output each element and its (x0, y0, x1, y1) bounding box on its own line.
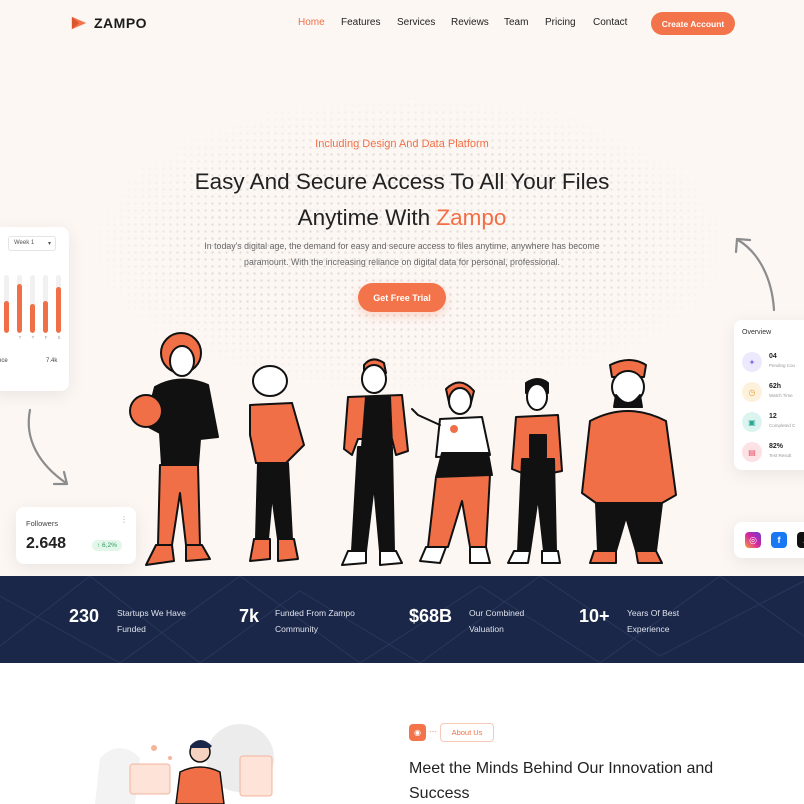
bar-label: T (18, 335, 22, 340)
tiktok-icon[interactable]: ♪ (797, 532, 804, 548)
about-title-line-2: Success (409, 785, 470, 802)
instagram-icon[interactable]: ◎ (745, 532, 761, 548)
bar-track (30, 275, 35, 333)
week-select-value: Week 1 (14, 240, 35, 246)
stat-label-line: Funded (117, 624, 146, 634)
overview-label: Completed C (769, 423, 796, 428)
nav-item-services[interactable]: Services (397, 17, 435, 28)
facebook-icon[interactable]: f (771, 532, 787, 548)
stat-label-line: Startups We Have (117, 608, 186, 618)
weekly-chart-card: Week 1 ▾ T T F S nce 7.4k (0, 227, 69, 391)
bar-track (43, 275, 48, 333)
curved-arrow-right-icon (734, 237, 776, 312)
school-icon: ✦ (742, 352, 762, 372)
overview-label: Test Result (769, 453, 792, 458)
about-title-line-1: Meet the Minds Behind Our Innovation and (409, 760, 714, 777)
team-illustration (129, 332, 677, 566)
stats-band: 230 Startups We Have Funded 7k Funded Fr… (0, 576, 804, 663)
overview-label: Pending Cou (769, 363, 796, 368)
nav-item-contact[interactable]: Contact (593, 17, 627, 28)
overview-value: 62h (769, 383, 782, 390)
hero-subtext: In today's digital age, the demand for e… (175, 238, 629, 270)
about-illustration (95, 724, 274, 804)
bar-fill (43, 301, 48, 333)
logo-text: ZAMPO (94, 15, 148, 31)
stat-value: 230 (69, 606, 100, 626)
top-nav: ZAMPO Home Features Services Reviews Tea… (0, 0, 804, 46)
bar-fill (56, 286, 61, 333)
about-tag-icon: ◉ (409, 724, 426, 741)
hero-eyebrow: Including Design And Data Platform (315, 138, 489, 150)
bar-label: T (31, 335, 35, 340)
stat-label-line: Funded From Zampo (275, 608, 355, 618)
stat-value: 10+ (579, 606, 610, 626)
headline-accent: Zampo (436, 205, 507, 230)
stat-label-line: Years Of Best (627, 608, 680, 618)
stat-label: Funded From Zampo Community (275, 605, 365, 637)
followers-value: 2.648 (26, 535, 67, 552)
overview-row: ▤ 82% Test Result (742, 441, 804, 463)
bar-fill (4, 301, 9, 333)
hero-section: ZAMPO Home Features Services Reviews Tea… (0, 0, 804, 576)
stat-label-line: Our Combined (469, 608, 525, 618)
overview-value: 04 (769, 353, 777, 360)
chart-footer-label: nce (0, 358, 8, 364)
about-title: Meet the Minds Behind Our Innovation and… (409, 756, 769, 804)
headline-line-2: Anytime With Zampo (0, 200, 804, 236)
overview-value: 12 (769, 413, 777, 420)
stat-value: 7k (239, 606, 260, 626)
overview-row: ▣ 12 Completed C (742, 411, 804, 433)
followers-label: Followers (26, 519, 59, 528)
nav-item-features[interactable]: Features (341, 17, 380, 28)
stat-label-line: Community (275, 624, 318, 634)
certificate-icon: ▣ (742, 412, 762, 432)
overview-row: ✦ 04 Pending Cou (742, 351, 804, 373)
logo-icon (71, 16, 87, 30)
bar-group (0, 273, 61, 333)
bar-track (56, 275, 61, 333)
overview-value: 82% (769, 443, 784, 450)
bar-label: S (57, 335, 61, 340)
stat-label: Startups We Have Funded (117, 605, 207, 637)
stat-label-line: Valuation (469, 624, 504, 634)
bar-track (4, 275, 9, 333)
logo[interactable]: ZAMPO (70, 14, 147, 32)
about-tag-dots: ··· (429, 727, 437, 736)
curved-arrow-left-icon (27, 408, 69, 486)
overview-label: Watch Time (769, 393, 793, 398)
bar-fill (17, 283, 22, 333)
nav-item-team[interactable]: Team (504, 17, 528, 28)
headline-line-1: Easy And Secure Access To All Your Files (194, 169, 610, 194)
bar-fill (30, 304, 35, 333)
subtext-line-2: paramount. With the increasing reliance … (244, 257, 560, 267)
hero-headline: Easy And Secure Access To All Your Files… (0, 164, 804, 236)
overview-row: ◷ 62h Watch Time (742, 381, 804, 403)
stat-value: $68B (409, 606, 453, 626)
nav-item-home[interactable]: Home (298, 17, 325, 28)
chevron-down-icon: ▾ (47, 241, 51, 247)
bar-label: F (44, 335, 48, 340)
create-account-button[interactable]: Create Account (651, 12, 735, 35)
stat-label: Our Combined Valuation (469, 605, 559, 637)
clipboard-icon: ▤ (742, 442, 762, 462)
stat-label: Years Of Best Experience (627, 605, 717, 637)
chart-footer-value: 7.4k (46, 358, 58, 364)
about-us-tag: About Us (440, 723, 494, 742)
nav-item-reviews[interactable]: Reviews (451, 17, 489, 28)
subtext-line-1: In today's digital age, the demand for e… (204, 241, 600, 251)
bar-track (17, 275, 22, 333)
headline-prefix: Anytime With (297, 205, 437, 230)
get-free-trial-button[interactable]: Get Free Trial (358, 283, 446, 312)
overview-card: Overview ✦ 04 Pending Cou ◷ 62h Watch Ti… (734, 320, 804, 470)
week-select[interactable]: Week 1 ▾ (8, 236, 56, 251)
stat-label-line: Experience (627, 624, 670, 634)
nav-item-pricing[interactable]: Pricing (545, 17, 576, 28)
social-card: ◎ f ♪ (734, 522, 804, 558)
overview-title: Overview (742, 329, 772, 336)
clock-icon: ◷ (742, 382, 762, 402)
